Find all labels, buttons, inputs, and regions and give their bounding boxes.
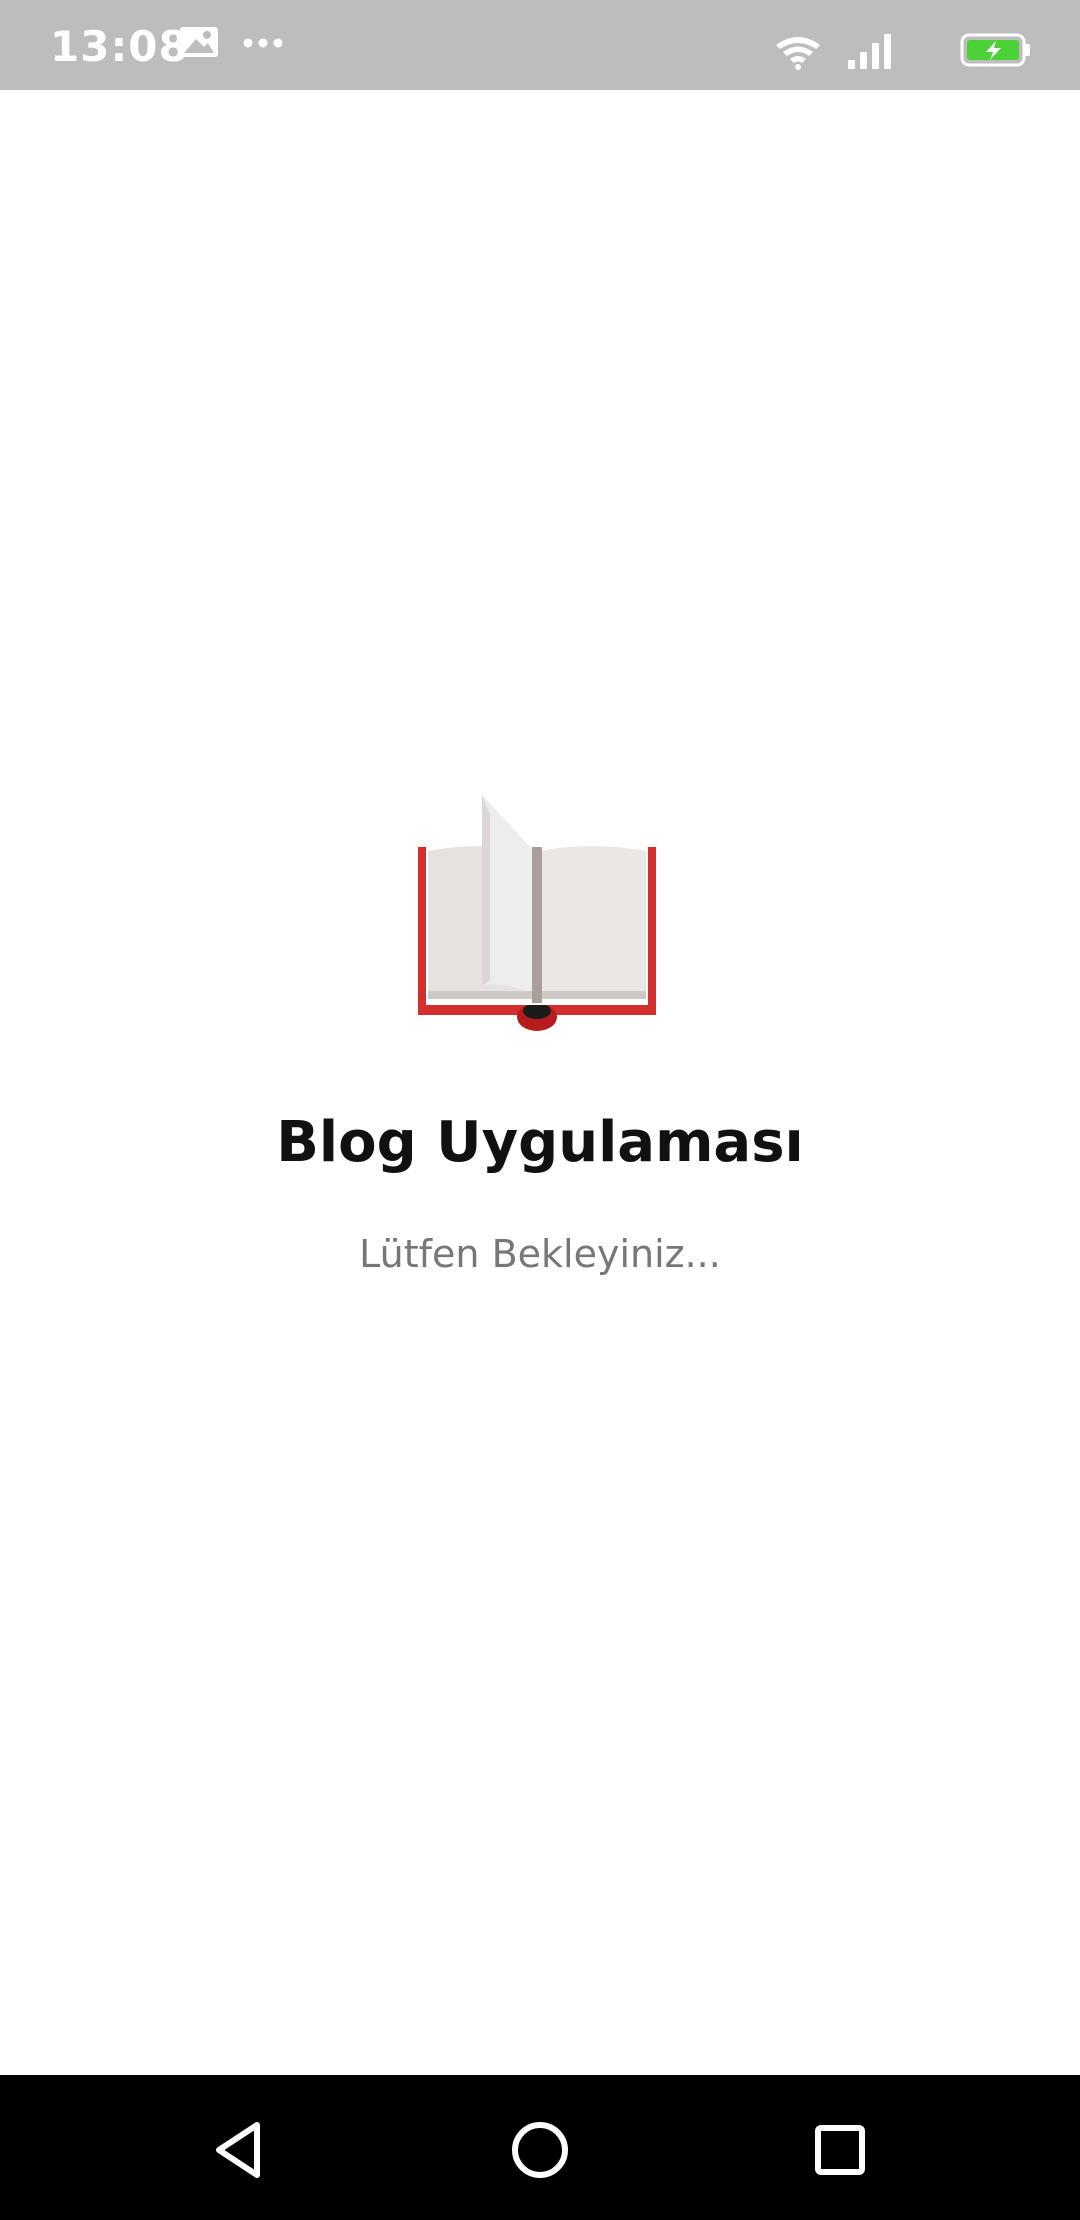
recents-square-icon (815, 2125, 865, 2175)
battery-charging-icon (960, 33, 1032, 72)
cellular-signal-icon (846, 32, 894, 75)
navigation-bar (0, 2075, 1080, 2220)
home-circle-icon (512, 2122, 568, 2178)
wifi-icon (774, 35, 822, 76)
back-triangle-icon (216, 2122, 260, 2178)
back-button[interactable] (205, 2115, 275, 2185)
status-time: 13:08 (50, 22, 189, 71)
splash-screen: 13:08 Blog Uygulaması Lütfen Bekleyiniz.… (0, 0, 1080, 2220)
open-book-icon (402, 785, 672, 1055)
loading-message: Lütfen Bekleyiniz... (359, 1232, 721, 1276)
recents-button[interactable] (805, 2115, 875, 2185)
app-title: Blog Uygulaması (276, 1110, 804, 1175)
splash-content: Blog Uygulaması Lütfen Bekleyiniz... (0, 90, 1080, 2075)
more-dots-icon (242, 36, 284, 55)
gallery-icon (178, 24, 220, 65)
home-button[interactable] (505, 2115, 575, 2185)
status-bar: 13:08 (0, 0, 1080, 90)
